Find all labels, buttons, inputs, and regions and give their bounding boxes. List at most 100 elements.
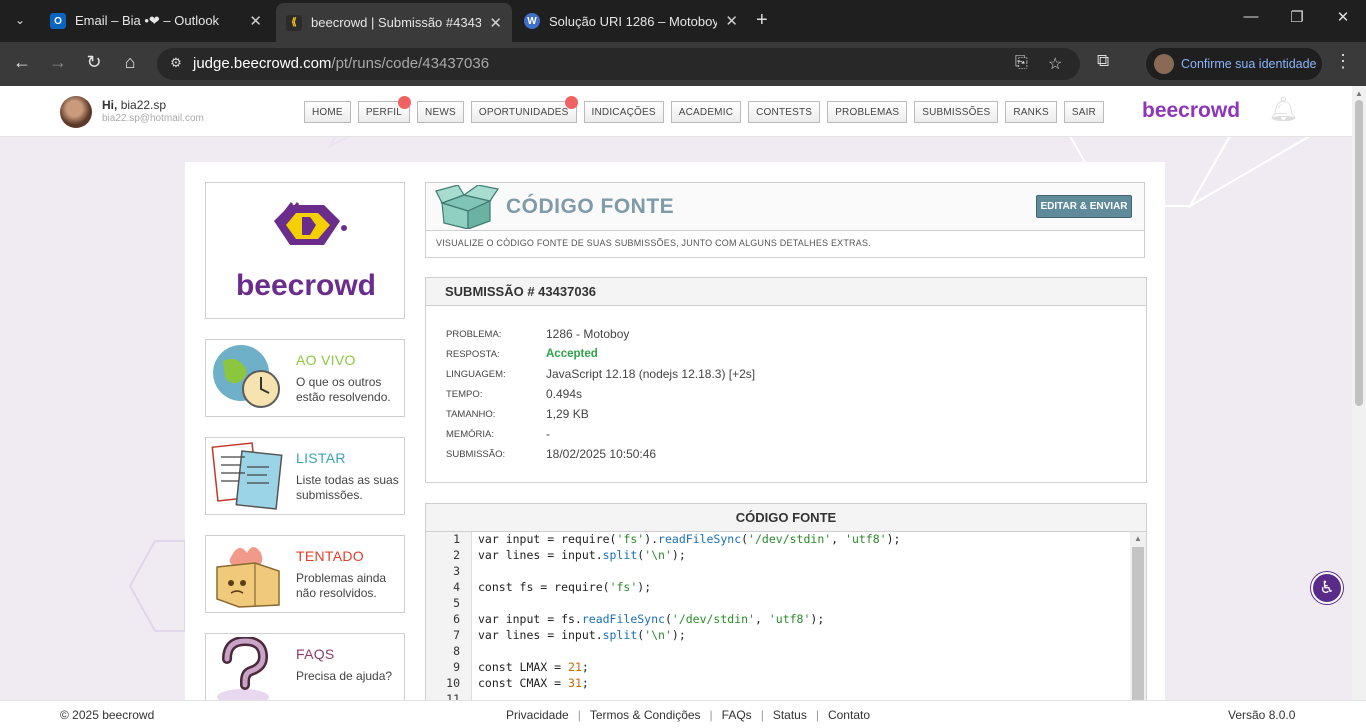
nav-indicacoes[interactable]: INDICAÇÕES (583, 101, 664, 123)
sidebar-logo[interactable]: beecrowd (205, 182, 405, 319)
nav-home[interactable]: HOME (304, 101, 351, 123)
detail-row-submitted: SUBMISSÃO: 18/02/2025 10:50:46 (446, 447, 657, 461)
nav-academic[interactable]: ACADEMIC (670, 101, 742, 123)
copyright: © 2025 beecrowd (60, 708, 155, 722)
close-tab-icon[interactable]: ✕ (489, 14, 502, 32)
line-number: 4 (453, 580, 460, 594)
sidebar-card-ao-vivo[interactable]: AO VIVO O que os outros estão resolvendo… (205, 339, 405, 417)
notification-dot (398, 96, 412, 109)
line-number: 5 (453, 596, 460, 610)
panel-subtitle: VISUALIZE O CÓDIGO FONTE DE SUAS SUBMISS… (436, 238, 871, 248)
burning-box-icon (216, 547, 280, 608)
detail-row-problem: PROBLEMA: 1286 - Motoboy (446, 327, 630, 341)
submission-details-panel: SUBMISSÃO # 43437036 PROBLEMA: 1286 - Mot… (425, 277, 1147, 483)
tab-search-button[interactable]: ⌄ (8, 7, 32, 33)
footer-link-status[interactable]: Status (773, 708, 807, 722)
code-line: 10 const CMAX = 31; (426, 676, 1130, 692)
nav-perfil[interactable]: PERFIL (357, 96, 412, 123)
sidebar-card-faqs[interactable]: FAQS Precisa de ajuda? (205, 633, 405, 700)
code-line: 8 (426, 644, 1130, 660)
scroll-up-icon[interactable]: ▲ (1134, 534, 1142, 543)
code-scrollbar[interactable]: ▲ (1130, 532, 1146, 700)
install-app-icon[interactable]: ⎘ (1015, 54, 1028, 72)
outlook-icon: O (50, 13, 66, 29)
page-scrollbar[interactable]: ▲ (1352, 86, 1366, 700)
extensions-icon[interactable]: ⧉ (1097, 51, 1109, 71)
accessibility-icon[interactable]: ♿︎ (1311, 572, 1343, 604)
url-text[interactable]: judge.beecrowd.com/pt/runs/code/43437036 (193, 55, 489, 72)
nav-problemas[interactable]: PROBLEMAS (827, 101, 908, 123)
nav-ranks[interactable]: RANKS (1005, 101, 1057, 123)
nav-oportunidades[interactable]: OPORTUNIDADES (470, 96, 578, 123)
page-viewport: Hi, bia22.sp bia22.sp@hotmail.com HOME P… (0, 86, 1352, 700)
nav-submissoes[interactable]: SUBMISSÕES (914, 101, 999, 123)
detail-row-language: LINGUAGEM: JavaScript 12.18 (nodejs 12.18… (446, 367, 756, 381)
close-tab-icon[interactable]: ✕ (725, 12, 738, 30)
code-text: const LMAX = 21; (478, 660, 589, 674)
footer-link-privacy[interactable]: Privacidade (506, 708, 569, 722)
detail-row-size: TAMANHO: 1,29 KB (446, 407, 589, 421)
forward-icon[interactable]: → (46, 52, 70, 73)
line-number: 1 (453, 532, 460, 546)
code-line: 9 const LMAX = 21; (426, 660, 1130, 676)
nav-news[interactable]: NEWS (417, 101, 464, 123)
beecrowd-icon: ⟪ (286, 14, 302, 31)
notification-dot (564, 96, 578, 109)
main-nav: HOME PERFIL NEWS OPORTUNIDADES INDICAÇÕE… (304, 96, 1104, 123)
code-editor[interactable]: ▲ 1 var input = require('fs').readFileSyn… (426, 532, 1146, 700)
version-label: Versão 8.0.0 (1228, 708, 1296, 722)
profile-button[interactable]: Confirme sua identidade (1146, 48, 1322, 80)
main-container: beecrowd AO VIVO O que os outros estão r… (185, 162, 1165, 700)
site-info-icon[interactable]: ⚙ (167, 55, 185, 73)
bell-icon[interactable]: 🔔︎ (1268, 95, 1298, 124)
code-line: 2 var lines = input.split('\n'); (426, 548, 1130, 564)
status-badge: Accepted (546, 348, 598, 360)
list-papers-icon (211, 442, 283, 510)
browser-tab-bar: ⌄ O Email – Bia •❤ – Outlook ✕ ⟪ beecrow… (0, 0, 1366, 42)
problem-link[interactable]: 1286 - Motoboy (546, 327, 629, 341)
back-icon[interactable]: ← (10, 52, 34, 73)
code-text: var input = fs.readFileSync('/dev/stdin'… (478, 612, 825, 626)
brand-logo[interactable]: beecrowd (1142, 99, 1240, 123)
line-number: 7 (453, 628, 460, 642)
detail-row-time: TEMPO: 0.494s (446, 387, 583, 401)
code-text: var lines = input.split('\n'); (478, 548, 686, 562)
footer-link-contact[interactable]: Contato (828, 708, 870, 722)
edit-submit-button[interactable]: EDITAR & ENVIAR (1036, 195, 1132, 218)
close-tab-icon[interactable]: ✕ (249, 12, 262, 30)
close-window-icon[interactable]: ✕ (1320, 8, 1366, 26)
user-email: bia22.sp@hotmail.com (102, 113, 204, 124)
question-mark-icon (217, 637, 269, 700)
browser-tab-outlook[interactable]: O Email – Bia •❤ – Outlook ✕ (40, 4, 272, 38)
site-header: Hi, bia22.sp bia22.sp@hotmail.com HOME P… (0, 86, 1352, 137)
line-number: 6 (453, 612, 460, 626)
detail-row-answer: RESPOSTA: Accepted (446, 348, 598, 360)
browser-tab-beecrowd[interactable]: ⟪ beecrowd | Submissão #43437036 ✕ (276, 3, 512, 42)
minimize-icon[interactable]: — (1228, 8, 1274, 25)
code-text: var lines = input.split('\n'); (478, 628, 686, 642)
browser-menu-icon[interactable]: ⋮ (1334, 51, 1352, 72)
footer-link-terms[interactable]: Termos & Condições (590, 708, 701, 722)
home-icon[interactable]: ⌂ (118, 52, 142, 73)
footer-links: Privacidade | Termos & Condições | FAQs | S… (506, 708, 870, 722)
address-bar[interactable]: ⚙ judge.beecrowd.com/pt/runs/code/434370… (157, 48, 1080, 80)
sidebar-card-listar[interactable]: LISTAR Liste todas as suas submissões. (205, 437, 405, 515)
nav-contests[interactable]: CONTESTS (748, 101, 821, 123)
code-line: 11 (426, 692, 1130, 700)
reload-icon[interactable]: ↻ (82, 52, 106, 73)
footer-link-faqs[interactable]: FAQs (722, 708, 752, 722)
bookmark-star-icon[interactable]: ☆ (1048, 54, 1062, 74)
line-number: 8 (453, 644, 460, 658)
nav-sair[interactable]: SAIR (1063, 101, 1104, 123)
code-line: 7 var lines = input.split('\n'); (426, 628, 1130, 644)
svg-text:beecrowd: beecrowd (236, 269, 376, 302)
avatar[interactable] (60, 96, 92, 128)
restore-icon[interactable]: ❐ (1274, 8, 1320, 26)
line-number: 3 (453, 564, 460, 578)
scroll-up-icon[interactable]: ▲ (1355, 89, 1363, 98)
browser-tab-wordpress[interactable]: W Solução URI 1286 – Motoboy | C ✕ (514, 4, 748, 38)
sidebar-card-tentado[interactable]: TENTADO Problemas ainda não resolvidos. (205, 535, 405, 613)
code-header: CÓDIGO FONTE (426, 504, 1146, 532)
code-text: const fs = require('fs'); (478, 580, 652, 594)
new-tab-icon[interactable]: + (756, 9, 768, 32)
